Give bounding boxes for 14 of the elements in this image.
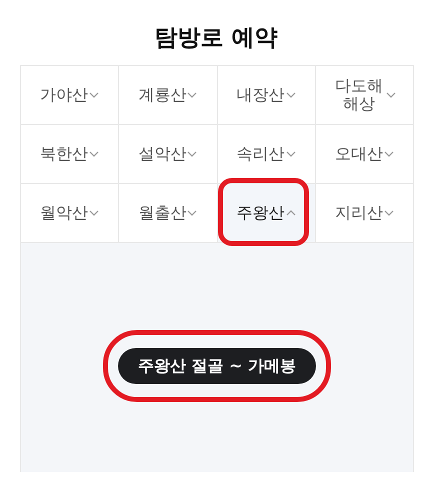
chevron-down-icon [386, 92, 396, 98]
chevron-down-icon [384, 210, 394, 216]
chevron-down-icon [187, 210, 198, 216]
route-button[interactable]: 주왕산 절골 ~ 가메봉 [118, 348, 316, 384]
chevron-down-icon [286, 151, 296, 157]
chevron-down-icon [187, 92, 198, 98]
chevron-down-icon [286, 92, 296, 98]
page-title: 탐방로 예약 [153, 24, 278, 53]
chevron-down-icon [187, 151, 198, 157]
chevron-up-icon [286, 210, 296, 216]
chevron-down-icon [89, 210, 100, 216]
chevron-down-icon [384, 151, 394, 157]
chevron-down-icon [89, 151, 100, 157]
chevron-down-icon [89, 92, 100, 98]
